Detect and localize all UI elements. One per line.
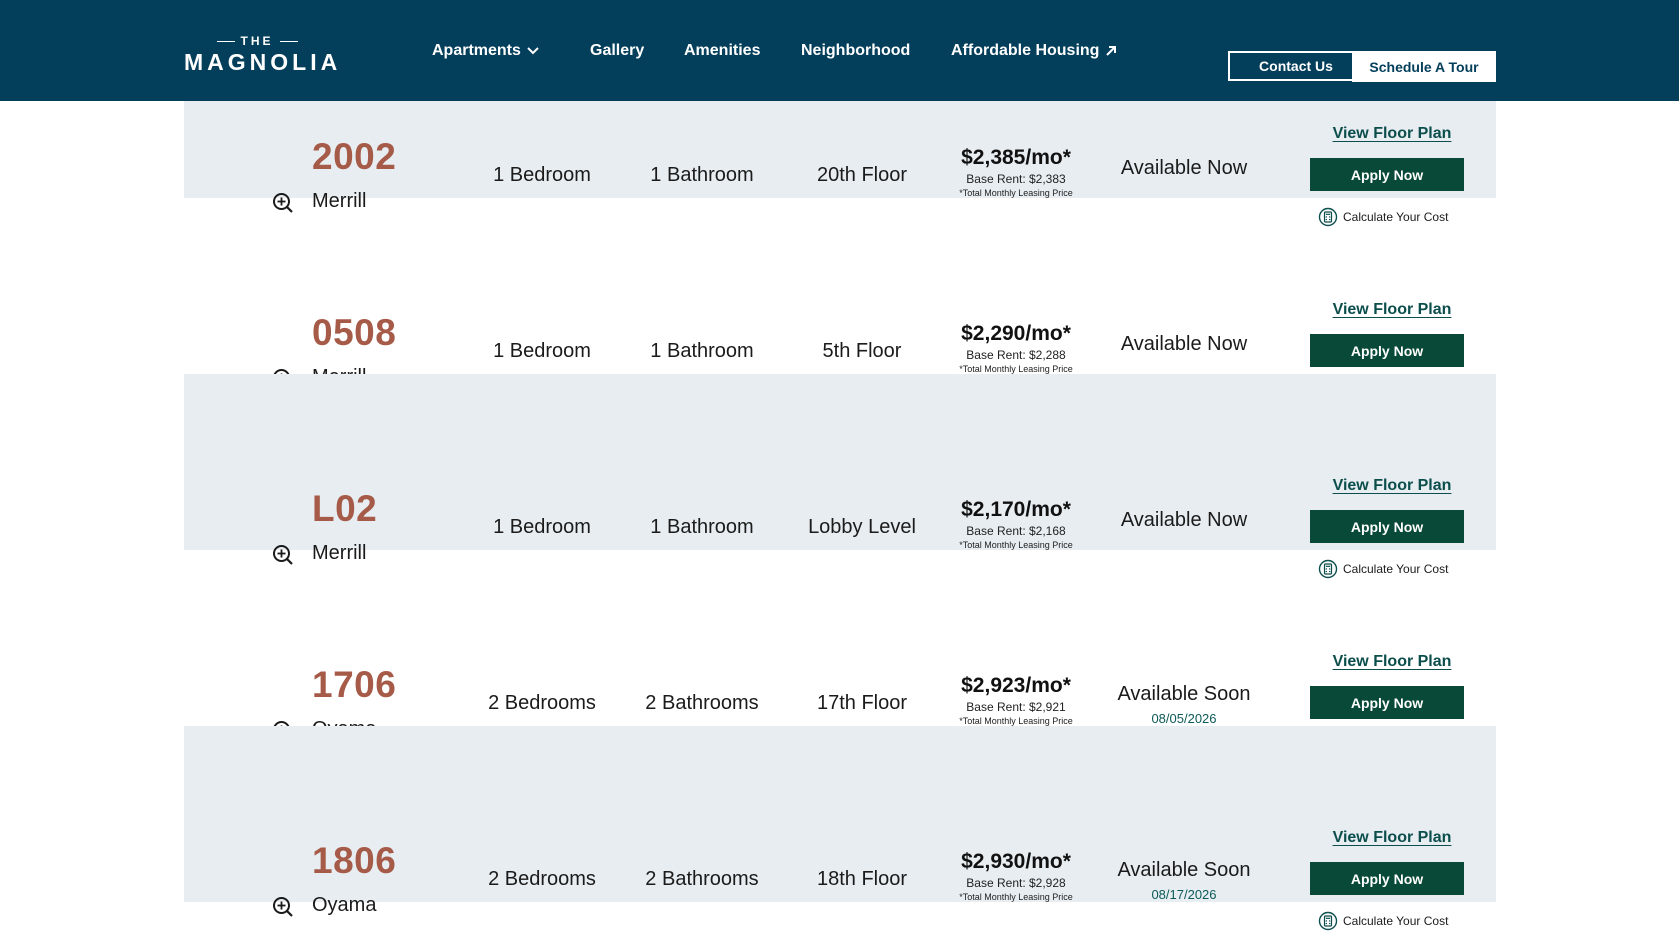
view-floor-plan-link[interactable]: View Floor Plan <box>1326 125 1458 143</box>
unit-row: L02 Merrill 1 Bedroom 1 Bathroom Lobby L… <box>184 374 1496 579</box>
unit-number[interactable]: 2002 <box>312 136 396 178</box>
total-price-note: *Total Monthly Leasing Price <box>959 892 1073 902</box>
monthly-price: $2,923/mo* <box>961 674 1071 697</box>
contact-us-button[interactable]: Contact Us <box>1228 51 1364 81</box>
apply-now-button[interactable]: Apply Now <box>1310 334 1464 367</box>
total-price-note: *Total Monthly Leasing Price <box>959 364 1073 374</box>
logo-small-text: THE <box>240 34 274 48</box>
price-block: $2,930/mo* Base Rent: $2,928 *Total Mont… <box>936 850 1096 902</box>
calculate-cost-link[interactable]: Calculate Your Cost <box>1318 911 1448 931</box>
logo-main-text: MAGNOLIA <box>184 49 342 75</box>
nav-neighborhood[interactable]: Neighborhood <box>801 42 910 60</box>
unit-number[interactable]: 1706 <box>312 664 396 706</box>
floor-level: 5th Floor <box>822 340 902 362</box>
unit-number[interactable]: 0508 <box>312 312 396 354</box>
view-floor-plan-link[interactable]: View Floor Plan <box>1326 653 1458 671</box>
bathrooms: 1 Bathroom <box>650 164 754 186</box>
nav-apartments[interactable]: Apartments <box>432 42 539 60</box>
base-rent: Base Rent: $2,928 <box>966 876 1066 890</box>
availability-date: 08/05/2026 <box>1151 711 1217 726</box>
monthly-price: $2,290/mo* <box>961 322 1071 345</box>
availability-status: Available Now <box>1120 509 1248 531</box>
base-rent: Base Rent: $2,383 <box>966 172 1066 186</box>
view-floor-plan-link[interactable]: View Floor Plan <box>1326 301 1458 319</box>
calculator-icon <box>1318 911 1338 931</box>
site-header: THE MAGNOLIA Apartments Gallery Amenitie… <box>0 0 1679 101</box>
nav-affordable-housing[interactable]: Affordable Housing <box>951 42 1117 60</box>
nav-gallery[interactable]: Gallery <box>590 42 644 60</box>
floor-level: 20th Floor <box>816 164 908 186</box>
bedrooms: 2 Bedrooms <box>488 692 596 714</box>
view-floor-plan-link[interactable]: View Floor Plan <box>1326 477 1458 495</box>
floor-level: Lobby Level <box>808 516 916 538</box>
total-price-note: *Total Monthly Leasing Price <box>959 188 1073 198</box>
availability-status: Available Soon <box>1117 683 1251 705</box>
building-name: Oyama <box>312 894 377 916</box>
bathrooms: 1 Bathroom <box>650 516 754 538</box>
total-price-note: *Total Monthly Leasing Price <box>959 540 1073 550</box>
bedrooms: 1 Bedroom <box>493 340 591 362</box>
view-floor-plan-link[interactable]: View Floor Plan <box>1326 829 1458 847</box>
availability-status: Available Now <box>1120 333 1248 355</box>
base-rent: Base Rent: $2,288 <box>966 348 1066 362</box>
apply-now-button[interactable]: Apply Now <box>1310 862 1464 895</box>
availability-block: Available Soon 08/17/2026 <box>1104 859 1264 902</box>
nav-amenities[interactable]: Amenities <box>684 42 760 60</box>
chevron-down-icon <box>527 47 539 55</box>
availability-status: Available Now <box>1120 157 1248 179</box>
zoom-in-icon[interactable] <box>272 896 294 918</box>
base-rent: Base Rent: $2,168 <box>966 524 1066 538</box>
apply-now-button[interactable]: Apply Now <box>1310 158 1464 191</box>
price-block: $2,923/mo* Base Rent: $2,921 *Total Mont… <box>936 674 1096 726</box>
bathrooms: 2 Bathrooms <box>645 868 759 890</box>
schedule-tour-button[interactable]: Schedule A Tour <box>1352 51 1496 82</box>
apply-now-button[interactable]: Apply Now <box>1310 686 1464 719</box>
monthly-price: $2,930/mo* <box>961 850 1071 873</box>
total-price-note: *Total Monthly Leasing Price <box>959 716 1073 726</box>
price-block: $2,385/mo* Base Rent: $2,383 *Total Mont… <box>936 146 1096 198</box>
bathrooms: 2 Bathrooms <box>645 692 759 714</box>
floor-level: 18th Floor <box>816 868 908 890</box>
availability-status: Available Soon <box>1117 859 1251 881</box>
floor-level: 17th Floor <box>816 692 908 714</box>
availability-block: Available Soon 08/05/2026 <box>1104 683 1264 726</box>
bathrooms: 1 Bathroom <box>650 340 754 362</box>
monthly-price: $2,385/mo* <box>961 146 1071 169</box>
unit-row: 1706 Oyama 2 Bedrooms 2 Bathrooms 17th F… <box>184 550 1496 755</box>
availability-block: Available Now <box>1104 509 1264 532</box>
monthly-price: $2,170/mo* <box>961 498 1071 521</box>
unit-number[interactable]: 1806 <box>312 840 396 882</box>
bedrooms: 1 Bedroom <box>493 164 591 186</box>
external-link-icon <box>1106 46 1117 56</box>
price-block: $2,170/mo* Base Rent: $2,168 *Total Mont… <box>936 498 1096 550</box>
apply-now-button[interactable]: Apply Now <box>1310 510 1464 543</box>
price-block: $2,290/mo* Base Rent: $2,288 *Total Mont… <box>936 322 1096 374</box>
base-rent: Base Rent: $2,921 <box>966 700 1066 714</box>
unit-row: 1806 Oyama 2 Bedrooms 2 Bathrooms 18th F… <box>184 726 1496 931</box>
availability-block: Available Now <box>1104 333 1264 356</box>
unit-row: 0508 Merrill 1 Bedroom 1 Bathroom 5th Fl… <box>184 198 1496 403</box>
bedrooms: 2 Bedrooms <box>488 868 596 890</box>
availability-date: 08/17/2026 <box>1151 887 1217 902</box>
bedrooms: 1 Bedroom <box>493 516 591 538</box>
site-logo[interactable]: THE MAGNOLIA <box>184 34 342 76</box>
unit-number[interactable]: L02 <box>312 488 377 530</box>
availability-block: Available Now <box>1104 157 1264 180</box>
